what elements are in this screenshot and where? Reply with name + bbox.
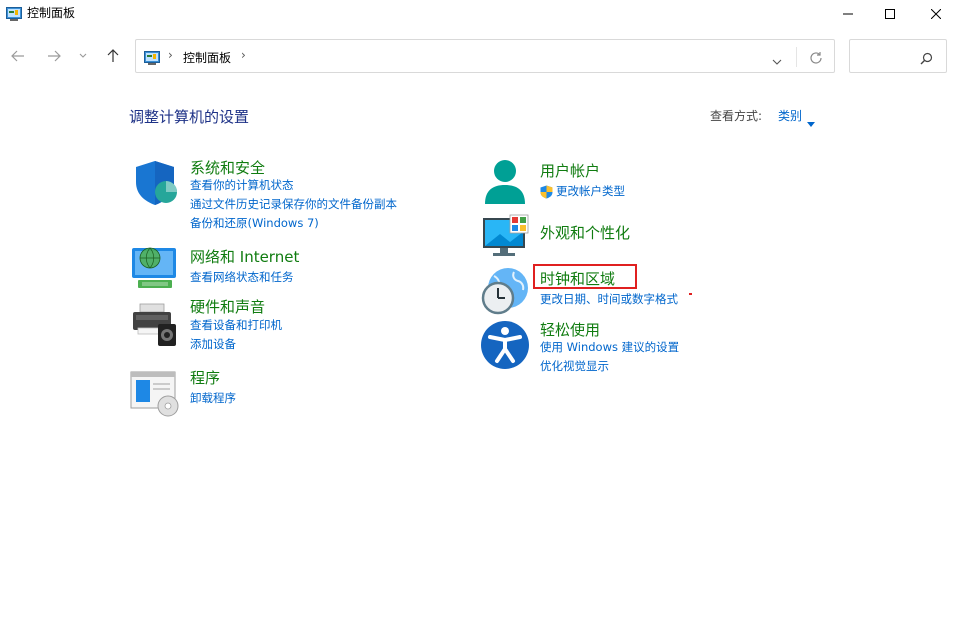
link-view-devices-printers[interactable]: 查看设备和打印机 [190,316,282,335]
link-change-date-time-format[interactable]: 更改日期、时间或数字格式 [540,290,678,309]
up-button[interactable] [102,44,124,68]
address-bar[interactable]: › 控制面板 › [135,39,835,73]
forward-button[interactable] [43,44,65,68]
control-panel-icon [144,50,160,65]
arrow-right-icon [48,50,61,62]
search-icon[interactable] [920,50,933,69]
category-ease-of-access[interactable]: 轻松使用 [540,319,600,340]
chevron-down-icon [79,53,87,58]
printer-speaker-icon[interactable] [130,300,180,350]
minimize-button[interactable] [825,0,871,28]
shield-icon[interactable] [130,158,180,208]
clock-globe-icon[interactable] [480,266,530,316]
maximize-icon [885,9,895,19]
address-dropdown-button[interactable] [772,51,782,70]
appearance-monitor-icon[interactable] [480,212,530,262]
user-account-icon[interactable] [480,157,530,207]
uac-shield-icon [540,184,553,203]
arrow-left-icon [11,50,24,62]
category-system-security[interactable]: 系统和安全 [190,157,265,178]
category-user-accounts[interactable]: 用户帐户 [540,160,600,181]
link-uninstall-program[interactable]: 卸载程序 [190,389,236,408]
link-file-history-backup[interactable]: 通过文件历史记录保存你的文件备份副本 [190,195,397,214]
window-title: 控制面板 [27,6,76,20]
programs-icon[interactable] [130,368,180,418]
address-divider [796,47,797,67]
view-by-dropdown[interactable]: 类别 [778,107,802,124]
breadcrumb-separator[interactable]: › [168,48,173,62]
link-add-device[interactable]: 添加设备 [190,335,236,354]
page-title: 调整计算机的设置 [129,108,250,126]
close-icon [931,9,941,19]
category-network-internet[interactable]: 网络和 Internet [190,246,299,267]
search-box[interactable] [849,39,947,73]
link-recommended-settings[interactable]: 使用 Windows 建议的设置 [540,338,679,357]
minimize-icon [843,13,853,15]
arrow-up-icon [107,49,119,62]
control-panel-app-icon [6,6,22,21]
category-appearance-personalization[interactable]: 外观和个性化 [540,222,630,243]
caret-down-icon[interactable] [807,112,815,131]
link-network-status[interactable]: 查看网络状态和任务 [190,268,294,287]
network-globe-icon[interactable] [130,244,180,294]
close-button[interactable] [913,0,959,28]
recent-locations-button[interactable] [73,44,93,68]
breadcrumb-control-panel[interactable]: 控制面板 [183,49,231,66]
refresh-button[interactable] [809,50,823,69]
search-input[interactable] [856,46,918,68]
back-button[interactable] [7,44,29,68]
link-backup-restore[interactable]: 备份和还原(Windows 7) [190,214,319,233]
red-mark [689,293,692,295]
breadcrumb-separator[interactable]: › [241,48,246,62]
accessibility-icon[interactable] [480,320,530,370]
category-programs[interactable]: 程序 [190,367,220,388]
view-by-label: 查看方式: [710,109,763,123]
link-view-computer-status[interactable]: 查看你的计算机状态 [190,176,294,195]
link-optimize-visual-display[interactable]: 优化视觉显示 [540,357,609,376]
category-hardware-sound[interactable]: 硬件和声音 [190,296,265,317]
link-change-account-type[interactable]: 更改帐户类型 [556,182,625,201]
chevron-down-icon [772,59,782,65]
maximize-button[interactable] [867,0,913,28]
highlight-box [533,264,637,289]
refresh-icon [810,52,822,64]
